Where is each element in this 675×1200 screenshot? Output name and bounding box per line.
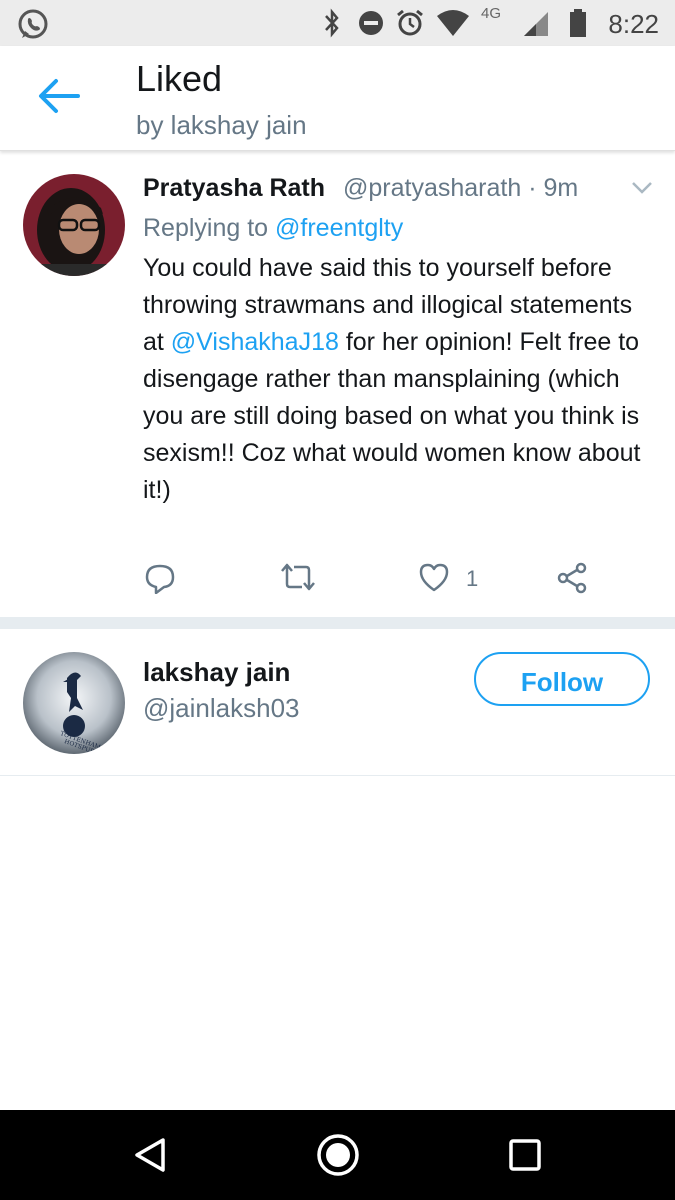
back-arrow-icon[interactable] [36, 76, 82, 116]
app-header: Liked by lakshay jain [0, 46, 675, 151]
reply-icon[interactable] [144, 562, 176, 599]
replying-to: Replying to @freentglty [143, 214, 403, 243]
avatar[interactable]: TOTTENHAM HOTSPUR [23, 652, 125, 754]
section-divider [0, 617, 675, 629]
tweet[interactable]: Pratyasha Rath @pratyasharath · 9m Reply… [0, 152, 675, 618]
user-handle: @jainlaksh03 [143, 693, 300, 723]
signal-icon [522, 8, 550, 43]
page-title: Liked [136, 58, 223, 99]
chevron-down-icon[interactable] [630, 180, 654, 201]
retweet-icon[interactable] [280, 562, 316, 597]
do-not-disturb-icon [357, 8, 385, 41]
whatsapp-icon [16, 8, 50, 47]
tweet-mention[interactable]: @VishakhaJ18 [171, 328, 339, 356]
like-icon[interactable] [418, 562, 450, 597]
share-icon[interactable] [556, 562, 588, 599]
like-count: 1 [466, 566, 479, 591]
page-subtitle: by lakshay jain [136, 110, 307, 140]
alarm-icon [395, 8, 425, 43]
replying-to-label: Replying to [143, 214, 276, 242]
home-nav-icon[interactable] [316, 1133, 360, 1182]
bluetooth-icon [323, 8, 341, 43]
follow-button[interactable]: Follow [474, 652, 650, 706]
tweet-text: You could have said this to yourself bef… [143, 250, 658, 509]
back-nav-icon[interactable] [133, 1137, 169, 1178]
system-nav-bar [0, 1110, 675, 1200]
reply-to-mention[interactable]: @freentglty [275, 214, 403, 242]
clock: 8:22 [608, 9, 659, 39]
user-list-item[interactable]: TOTTENHAM HOTSPUR lakshay jain @jainlaks… [0, 629, 675, 776]
avatar[interactable] [23, 174, 125, 276]
tweet-author-handle-time: @pratyasharath · 9m [343, 174, 579, 202]
recents-nav-icon[interactable] [508, 1138, 542, 1177]
tweet-actions: 1 [0, 562, 675, 602]
wifi-icon [436, 8, 470, 43]
user-name[interactable]: lakshay jain [143, 657, 290, 688]
battery-icon [569, 8, 587, 43]
tweet-author-name[interactable]: Pratyasha Rath [143, 174, 325, 203]
network-type: 4G [481, 5, 502, 22]
status-bar: 4G 8:22 [0, 0, 675, 46]
